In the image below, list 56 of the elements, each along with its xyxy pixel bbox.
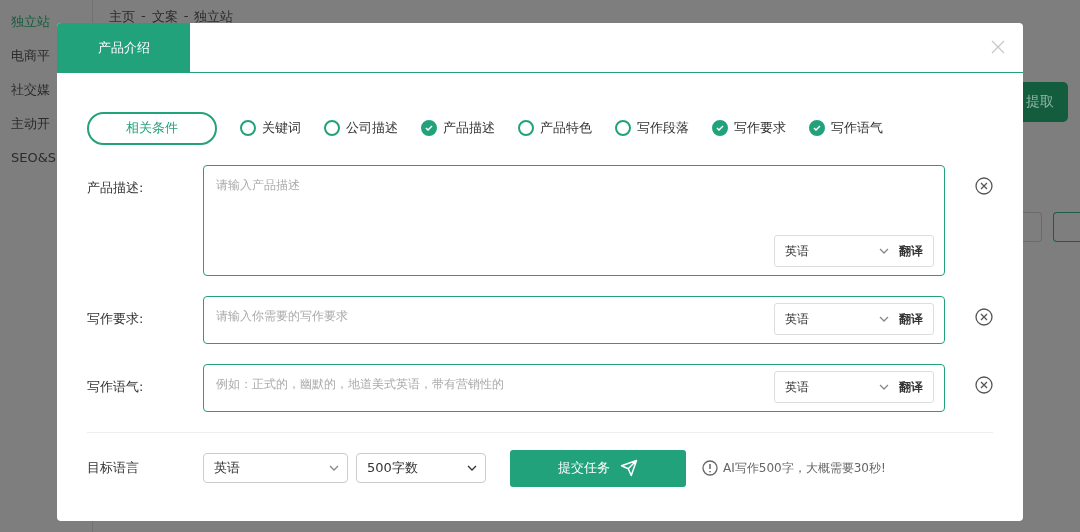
language-select[interactable]: 英语 — [203, 453, 348, 483]
checkbox[interactable] — [421, 120, 437, 136]
check-icon — [813, 125, 821, 131]
chevron-icon — [467, 465, 477, 471]
checkbox[interactable] — [240, 120, 256, 136]
dialog-tab[interactable]: 产品介绍 — [57, 23, 190, 72]
checkbox[interactable] — [518, 120, 534, 136]
hint-text: AI写作500字，大概需要30秒! — [723, 459, 886, 477]
chevron-icon — [879, 316, 889, 322]
placeholder-text: 请输入产品描述 — [216, 177, 300, 194]
length-select[interactable]: 500字数 — [356, 453, 486, 483]
check-icon — [425, 125, 433, 131]
breadcrumb-item[interactable]: 文案 — [151, 8, 178, 26]
submit-button[interactable]: 提交任务 — [510, 449, 686, 487]
checkbox-label: 写作语气 — [831, 119, 883, 137]
chevron-icon — [879, 384, 889, 390]
language-select[interactable]: 英语 翻译 — [774, 235, 934, 267]
field-label: 写作语气: — [87, 378, 145, 396]
breadcrumb-item[interactable]: 主页 — [109, 8, 135, 26]
check-icon — [716, 125, 724, 131]
conditions-button[interactable]: 相关条件 — [87, 111, 217, 145]
input-field[interactable]: 请输入产品描述 英语 翻译 — [203, 165, 945, 276]
checkbox-label: 公司描述 — [346, 119, 398, 137]
checkbox[interactable] — [615, 120, 631, 136]
breadcrumb-item[interactable]: 独立站 — [194, 8, 234, 26]
target-language-label: 目标语言 — [87, 459, 140, 477]
field-label: 产品描述: — [87, 179, 145, 197]
checkbox[interactable] — [324, 120, 340, 136]
language-select[interactable]: 英语 翻译 — [774, 303, 934, 335]
placeholder-text: 例如：正式的，幽默的，地道美式英语，带有营销性的 — [216, 376, 504, 393]
translate-button[interactable]: 翻译 — [899, 310, 923, 328]
checkbox[interactable] — [712, 120, 728, 136]
checkbox-label: 产品特色 — [540, 119, 592, 137]
remove-icon[interactable] — [975, 376, 993, 394]
field-label: 写作要求: — [87, 310, 145, 328]
breadcrumb-separator: - — [183, 8, 189, 25]
translate-button[interactable]: 翻译 — [899, 242, 923, 260]
remove-icon[interactable] — [975, 308, 993, 326]
input-field[interactable]: 请输入你需要的写作要求 英语 翻译 — [203, 296, 945, 344]
checkbox-label: 写作段落 — [637, 119, 689, 137]
checkbox-label: 写作要求 — [734, 119, 786, 137]
checkbox-label: 产品描述 — [443, 119, 495, 137]
remove-icon[interactable] — [975, 177, 993, 195]
language-select[interactable]: 英语 翻译 — [774, 371, 934, 403]
chevron-icon — [329, 465, 339, 471]
input-field[interactable]: 例如：正式的，幽默的，地道美式英语，带有营销性的 英语 翻译 — [203, 364, 945, 412]
breadcrumb-separator: - — [141, 8, 146, 25]
translate-button[interactable]: 翻译 — [899, 378, 923, 396]
placeholder-text: 请输入你需要的写作要求 — [216, 308, 348, 325]
close-icon[interactable] — [991, 40, 1005, 54]
checkbox[interactable] — [809, 120, 825, 136]
chevron-icon — [879, 248, 889, 254]
checkbox-label: 关键词 — [262, 119, 301, 137]
outline-button[interactable] — [1053, 212, 1080, 242]
send-icon — [620, 459, 638, 477]
info-icon — [702, 460, 718, 476]
